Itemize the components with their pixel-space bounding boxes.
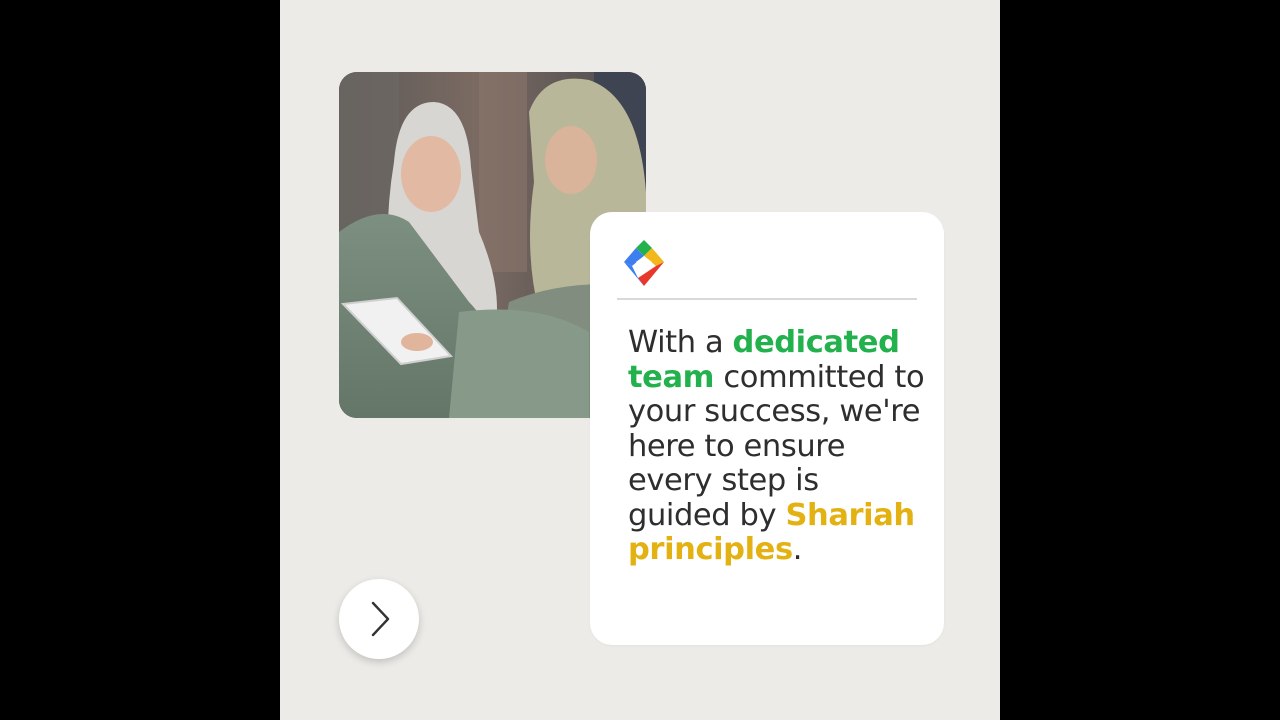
next-slide-button[interactable] xyxy=(339,579,419,659)
info-card: With a dedicated team committed to your … xyxy=(590,212,944,645)
diamond-logo-icon xyxy=(624,240,664,286)
message-text-3: . xyxy=(792,532,803,567)
card-divider xyxy=(617,298,917,300)
message-text-1: With a xyxy=(628,325,733,360)
card-message: With a dedicated team committed to your … xyxy=(628,325,928,568)
slide-panel: With a dedicated team committed to your … xyxy=(280,0,1000,720)
video-frame: With a dedicated team committed to your … xyxy=(0,0,1280,720)
chevron-right-icon xyxy=(371,601,390,637)
